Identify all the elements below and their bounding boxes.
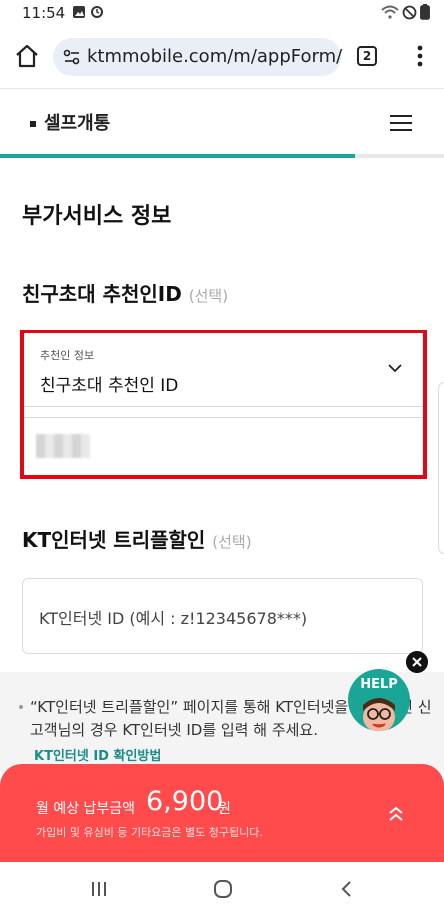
- do-not-disturb-icon: [402, 5, 417, 19]
- kt-id-help-link[interactable]: KT인터넷 ID 확인방법: [34, 745, 161, 764]
- price-unit: 원: [218, 801, 231, 817]
- referral-select-label: 추천인 정보: [40, 349, 95, 362]
- title-bullet: [30, 121, 36, 127]
- home-icon[interactable]: [14, 43, 40, 69]
- url-text: ktmmobile.com/m/appForm/: [87, 46, 343, 67]
- more-menu-icon[interactable]: [410, 43, 430, 69]
- gallery-icon: [73, 6, 85, 18]
- referral-select[interactable]: 추천인 정보 친구초대 추천인 ID: [24, 333, 423, 407]
- referral-title: 친구초대 추천인ID (선택): [22, 278, 228, 307]
- price-summary-bar[interactable]: 월 예상 납부금액 6,900 원 가입비 및 유심비 등 기타요금은 별도 청…: [0, 764, 444, 862]
- referral-title-text: 친구초대 추천인ID: [22, 282, 182, 306]
- chevron-down-icon: [388, 364, 402, 373]
- blurred-value: [36, 434, 90, 458]
- kt-internet-title: KT인터넷 트리플할인 (선택): [22, 524, 252, 553]
- kt-internet-title-text: KT인터넷 트리플할인: [22, 528, 206, 552]
- back-icon[interactable]: [336, 878, 358, 900]
- help-button[interactable]: HELP: [348, 669, 410, 731]
- kt-internet-optional: (선택): [212, 533, 252, 551]
- address-bar[interactable]: ktmmobile.com/m/appForm/: [53, 38, 343, 76]
- status-time: 11:54: [22, 4, 66, 22]
- recent-apps-icon[interactable]: [88, 878, 110, 900]
- side-scroll-tab[interactable]: [438, 382, 444, 554]
- referral-select-value: 친구초대 추천인 ID: [40, 376, 179, 396]
- kt-internet-id-input[interactable]: KT인터넷 ID (예시 : z!12345678***): [22, 578, 423, 654]
- system-nav-bar: [0, 862, 444, 913]
- step-progress-bar: [0, 154, 444, 158]
- battery-icon: [420, 4, 430, 20]
- referral-id-input[interactable]: [24, 417, 423, 475]
- help-character-icon: [363, 698, 395, 731]
- tabs-icon[interactable]: 2: [357, 46, 377, 66]
- status-left-icons: [72, 5, 104, 19]
- price-note: 가입비 및 유심비 등 기타요금은 별도 청구됩니다.: [36, 826, 263, 839]
- hamburger-menu-icon[interactable]: [390, 115, 414, 133]
- site-title: 셀프개통: [44, 113, 111, 134]
- section-title: 부가서비스 정보: [22, 204, 172, 229]
- status-bar: 11:54: [0, 0, 444, 26]
- sync-icon: [91, 6, 103, 18]
- notice-bullet: [19, 705, 23, 709]
- step-progress-fill: [0, 154, 356, 158]
- chevron-double-up-icon[interactable]: [386, 804, 406, 824]
- status-right-icons: [381, 4, 430, 20]
- wifi-icon: [381, 5, 399, 19]
- price-amount: 6,900: [146, 786, 224, 817]
- referral-optional: (선택): [188, 287, 229, 305]
- site-header: 셀프개통: [0, 88, 444, 158]
- browser-toolbar: ktmmobile.com/m/appForm/ 2: [0, 26, 444, 88]
- price-label: 월 예상 납부금액: [36, 801, 136, 817]
- site-settings-icon[interactable]: [63, 48, 81, 66]
- kt-internet-id-placeholder: KT인터넷 ID (예시 : z!12345678***): [39, 609, 308, 628]
- home-button-icon[interactable]: [212, 878, 234, 900]
